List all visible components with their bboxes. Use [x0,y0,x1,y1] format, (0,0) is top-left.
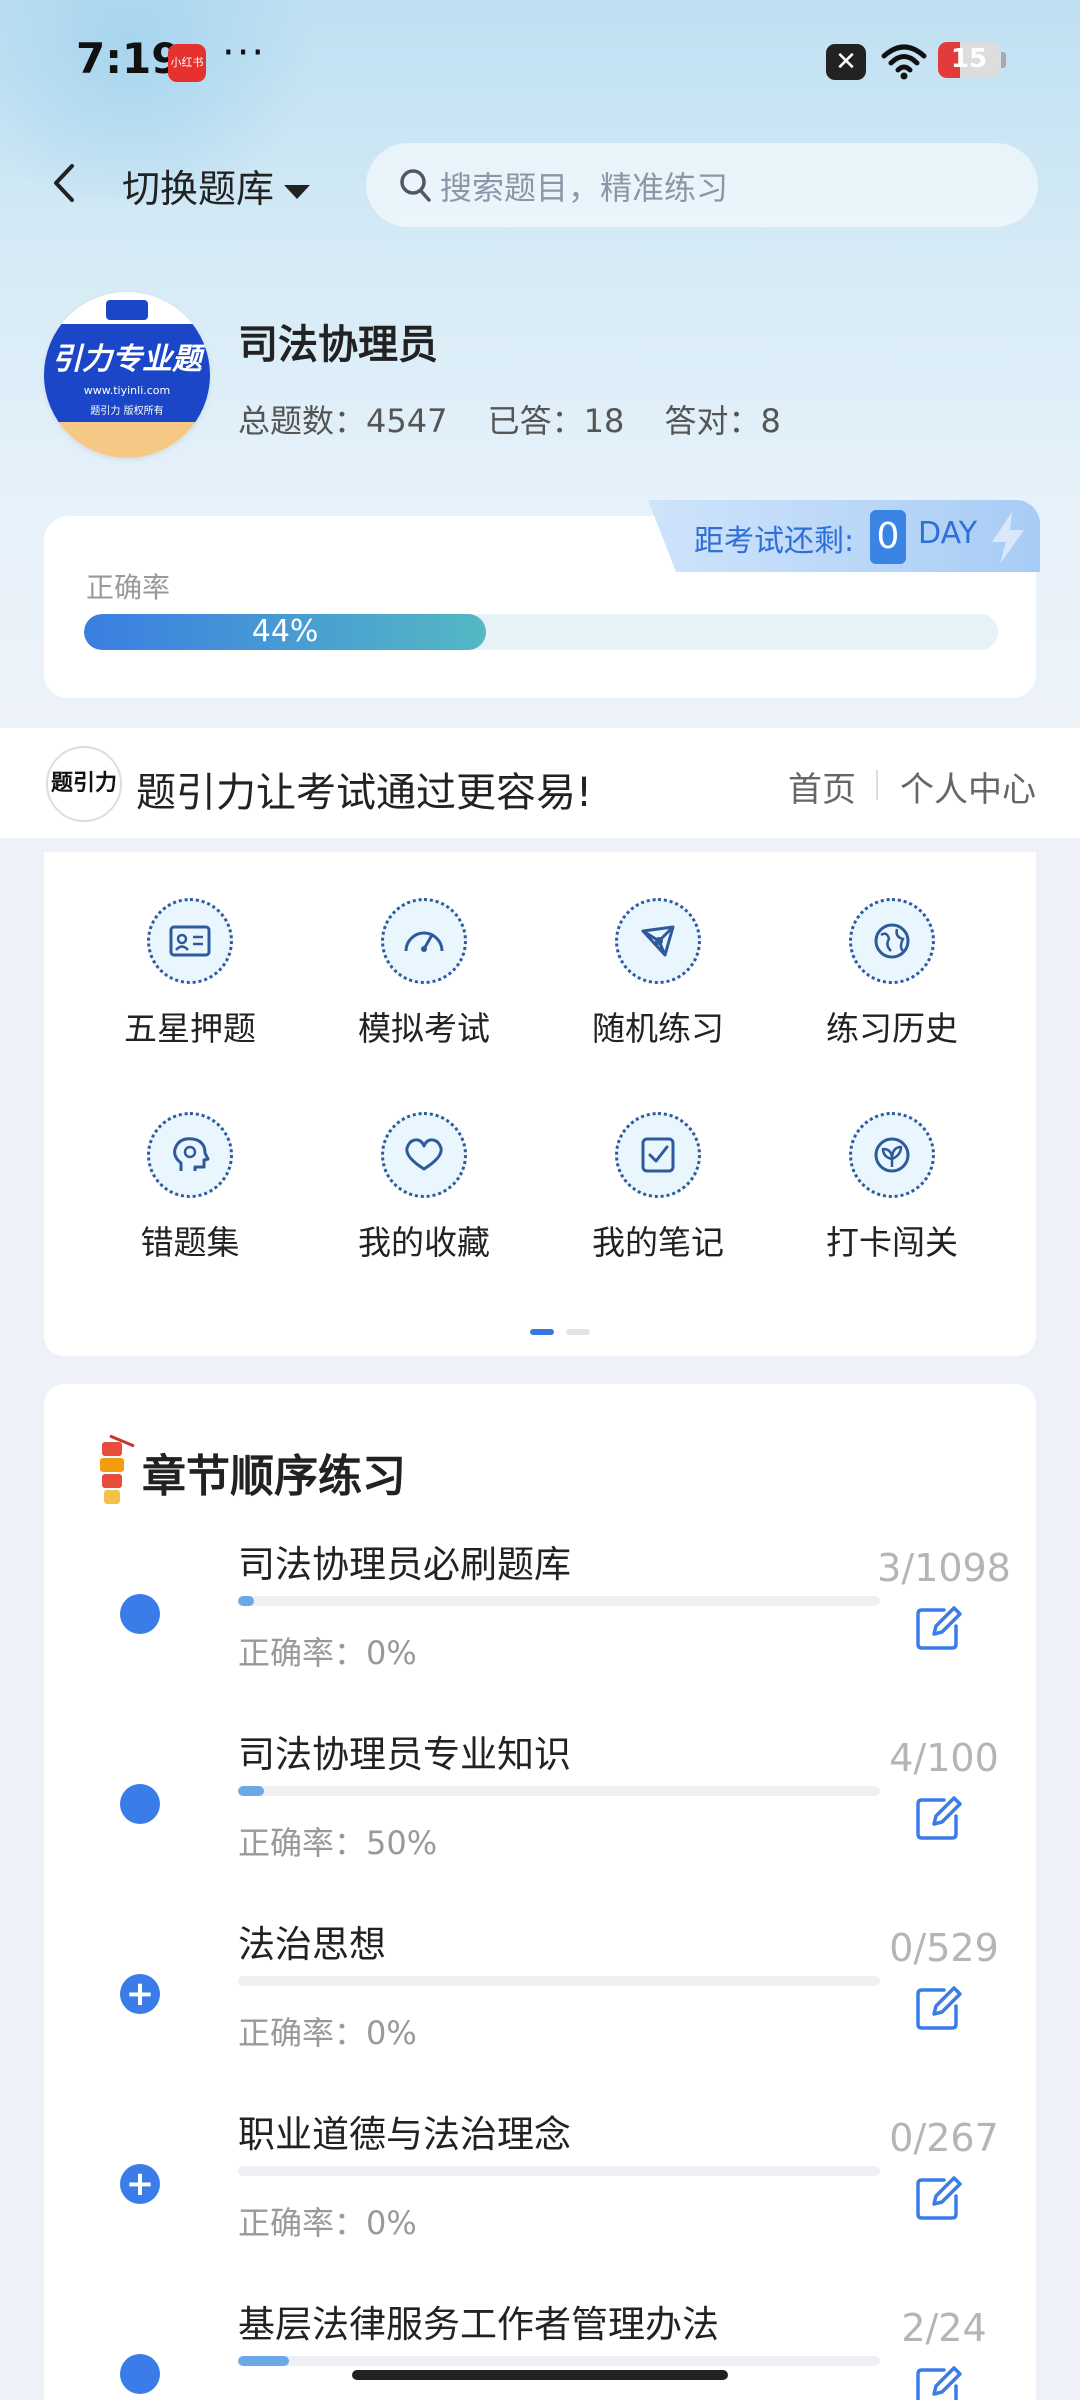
chapter-count: 0/267 [889,2116,999,2160]
battery-level: 15 [950,44,988,74]
edit-icon[interactable] [914,2364,962,2400]
grid-item-five-star[interactable]: 五星押题 [90,898,290,1050]
chapter-accuracy: 正确率：0% [238,2204,417,2242]
firecracker-icon [100,1434,135,1504]
accuracy-label: 正确率 [86,571,171,604]
chapter-dot-icon [120,1594,160,1634]
caret-down-icon [284,184,311,199]
chapter-progress-fill [238,1786,264,1796]
grid-item-notes[interactable]: 我的笔记 [558,1112,758,1264]
correct-count: 答对：8 [664,402,781,440]
chapter-row[interactable]: + 职业道德与法治理念正确率：0% 0/267 [44,2098,1036,2288]
answered-count: 已答：18 [487,402,625,440]
wifi-icon [881,44,927,80]
edit-icon[interactable] [914,1794,962,1842]
switch-bank-dropdown[interactable]: 切换题库 [122,158,311,213]
edit-icon[interactable] [914,1604,962,1652]
countdown-unit: DAY [918,516,978,551]
chapter-name: 基层法律服务工作者管理办法 [238,2303,719,2346]
grid-item-favorites[interactable]: 我的收藏 [324,1112,524,1264]
chapter-row[interactable]: 司法协理员专业知识正确率：50% 4/100 [44,1718,1036,1908]
function-grid: 五星押题 模拟考试 随机练习 练习历史 错题集 我的收藏 我的笔记 打卡闯关 [44,852,1036,1356]
lightning-icon [992,512,1024,564]
chapter-section-title: 章节顺序练习 [142,1451,406,1502]
network-icon [615,898,701,984]
search-input[interactable]: 搜索题目，精准练习 [366,143,1038,227]
chapter-practice-card: 章节顺序练习 司法协理员必刷题库 正确率：0% 3/1098 司法协理员专业知识 正确… [44,1384,1036,2400]
heart-icon [381,1112,467,1198]
leaf-icon [849,1112,935,1198]
chapter-row[interactable]: + 法治思想正确率：0% 0/529 [44,1908,1036,2098]
switch-bank-label: 切换题库 [122,167,275,211]
chapter-row[interactable]: 司法协理员必刷题库正确率：0% 3/1098 [44,1528,1036,1718]
accuracy-progress-bar: 44% [84,614,998,650]
edit-icon[interactable] [914,2174,962,2222]
grid-item-mock-exam[interactable]: 模拟考试 [324,898,524,1050]
edit-icon[interactable] [914,1984,962,2032]
status-bar: 7:19 小红书 ··· ✕ 15 [0,0,1080,120]
globe-icon [849,898,935,984]
chapter-progress-fill [238,2356,290,2366]
grid-pager [530,1320,602,1339]
chapter-dot-icon [120,2354,160,2394]
brand-slogan: 题引力让考试通过更容易! [136,770,593,816]
id-card-icon [147,898,233,984]
nav-profile-link[interactable]: 个人中心 [900,762,1036,811]
chapter-count: 4/100 [889,1736,999,1780]
bank-stats: 总题数：4547 已答：18 答对：8 [238,396,811,442]
note-check-icon [615,1112,701,1198]
expand-plus-icon[interactable]: + [120,1974,160,2014]
chapter-name: 法治思想 [238,1923,386,1966]
chapter-row[interactable]: 基层法律服务工作者管理办法 2/24 [44,2288,1036,2400]
chapter-progress-bar [238,1976,880,1986]
chapter-name: 司法协理员必刷题库 [238,1543,571,1586]
grid-item-check-in[interactable]: 打卡闯关 [792,1112,992,1264]
brand-banner: 题引力 题引力让考试通过更容易! 首页 个人中心 [0,728,1080,838]
gauge-icon [381,898,467,984]
chapter-progress-bar [238,1596,880,1606]
chapter-progress-bar [238,2166,880,2176]
bank-title: 司法协理员 [238,322,438,368]
chapter-count: 3/1098 [877,1546,1011,1590]
expand-plus-icon[interactable]: + [120,2164,160,2204]
chapter-accuracy: 正确率：50% [238,1824,438,1862]
chapter-progress-fill [238,1596,255,1606]
chapter-accuracy: 正确率：0% [238,2014,417,2052]
grid-item-random-practice[interactable]: 随机练习 [558,898,758,1050]
grid-item-wrong-questions[interactable]: 错题集 [90,1112,290,1264]
chapter-count: 0/529 [889,1926,999,1970]
chapter-count: 2/24 [901,2306,987,2350]
status-time: 7:19 [76,34,181,83]
chapter-name: 职业道德与法治理念 [238,2113,571,2156]
accuracy-percent: 44% [251,614,319,649]
no-sim-icon: ✕ [826,44,866,80]
chapter-progress-bar [238,1786,880,1796]
bank-logo: 引力专业题 www.tiyinli.com 题引力 版权所有 [44,292,210,458]
nav-home-link[interactable]: 首页 [788,762,856,811]
grid-item-practice-history[interactable]: 练习历史 [792,898,992,1050]
chapter-name: 司法协理员专业知识 [238,1733,571,1776]
countdown-days: 0 [870,510,906,564]
battery-icon: 15 [938,42,1000,78]
chapter-dot-icon [120,1784,160,1824]
notification-app-icon: 小红书 [168,44,206,82]
head-icon [147,1112,233,1198]
exam-countdown-badge: 距考试还剩: 0 DAY [648,500,1040,572]
chapter-progress-bar [238,2356,880,2366]
chapter-accuracy: 正确率：0% [238,1634,417,1672]
search-placeholder: 搜索题目，精准练习 [440,169,729,207]
home-indicator[interactable] [352,2370,728,2380]
more-notifications-icon: ··· [222,30,267,76]
countdown-label: 距考试还剩: [694,524,855,559]
search-icon [400,169,431,202]
total-count: 总题数：4547 [238,402,448,440]
brand-logo: 题引力 [46,746,122,822]
back-icon[interactable] [44,158,84,208]
